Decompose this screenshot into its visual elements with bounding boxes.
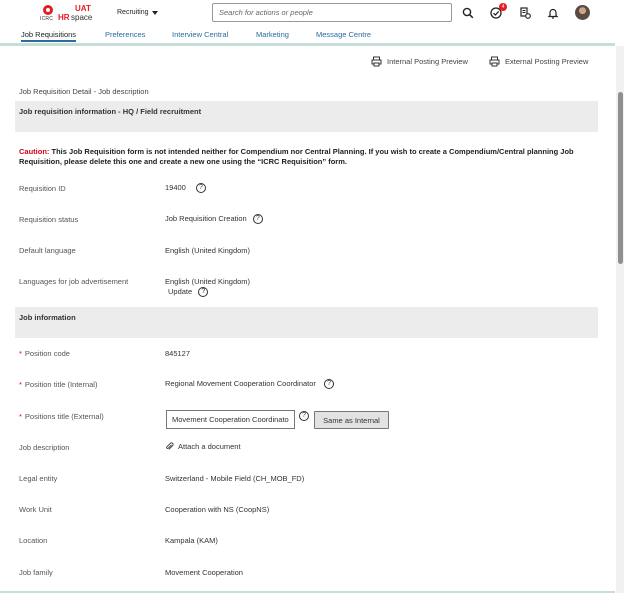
position-code-value: 845127: [165, 349, 191, 358]
required-marker: *: [19, 349, 22, 358]
languages-update-row: Update ?: [168, 287, 209, 298]
position-title-internal-value: Regional Movement Cooperation Coordinato…: [165, 379, 316, 388]
job-family-label: Job family: [19, 568, 53, 577]
position-code-label-text: Position code: [24, 349, 70, 358]
caution-message: Caution: This Job Requisition form is no…: [19, 147, 599, 167]
attach-document-label: Attach a document: [178, 442, 241, 451]
tab-marketing[interactable]: Marketing: [256, 30, 289, 39]
external-posting-preview-link[interactable]: External Posting Preview: [489, 56, 588, 67]
location-label: Location: [19, 536, 48, 545]
external-posting-preview-label: External Posting Preview: [505, 57, 589, 66]
update-link[interactable]: Update: [168, 287, 192, 296]
requisition-status-value: Job Requisition Creation: [165, 214, 247, 223]
required-marker: *: [19, 412, 22, 421]
help-icon[interactable]: ?: [195, 183, 206, 194]
legal-entity-label: Legal entity: [19, 474, 58, 483]
caret-down-icon: [151, 10, 158, 15]
logo-org: ICRC: [40, 16, 54, 22]
bell-icon[interactable]: [546, 6, 560, 20]
position-title-external-label: * Positions title (External): [19, 412, 104, 421]
tab-interview-central[interactable]: Interview Central: [172, 30, 228, 39]
module-switcher[interactable]: Recruiting: [117, 9, 158, 16]
search-box[interactable]: [212, 3, 452, 22]
position-title-internal-row: Regional Movement Cooperation Coordinato…: [165, 379, 335, 390]
help-icon[interactable]: ?: [299, 411, 309, 421]
work-unit-label: Work Unit: [19, 505, 52, 514]
legal-entity-value: Switzerland - Mobile Field (CH_MOB_FD): [165, 474, 305, 483]
caution-text: This Job Requisition form is not intende…: [19, 147, 574, 166]
requisition-status-label: Requisition status: [19, 215, 79, 224]
hrspace-logo[interactable]: ICRC HR space UAT: [39, 4, 95, 24]
icrc-emblem-icon: [43, 5, 53, 15]
notification-badge: 4: [499, 3, 507, 11]
top-bar: ICRC HR space UAT Recruiting 4: [0, 0, 624, 28]
printer-preview-icon: [371, 56, 382, 67]
help-icon[interactable]: ?: [324, 379, 335, 390]
languages-ad-value: English (United Kingdom): [165, 277, 251, 286]
location-value: Kampala (KAM): [165, 536, 218, 545]
internal-posting-preview-label: Internal Posting Preview: [387, 57, 468, 66]
section-job-info: Job information: [15, 307, 598, 338]
environment-label: UAT: [75, 4, 91, 13]
printer-preview-icon: [489, 56, 500, 67]
work-unit-value: Cooperation with NS (CoopNS): [165, 505, 270, 514]
internal-posting-preview-link[interactable]: Internal Posting Preview: [371, 56, 468, 67]
same-as-internal-button[interactable]: Same as Internal: [314, 411, 389, 429]
search-input[interactable]: [213, 4, 451, 21]
attach-document-link[interactable]: Attach a document: [165, 442, 241, 451]
tab-message-centre[interactable]: Message Centre: [316, 30, 371, 39]
position-title-external-label-text: Positions title (External): [24, 412, 104, 421]
checkmark-circle-icon[interactable]: 4: [489, 3, 507, 20]
default-language-label: Default language: [19, 246, 76, 255]
languages-ad-label: Languages for job advertisement: [19, 277, 129, 286]
position-title-external-input[interactable]: [166, 410, 295, 429]
position-title-internal-label-text: Position title (Internal): [24, 380, 98, 389]
section-title: Job requisition information - HQ / Field…: [19, 107, 202, 116]
position-code-label: * Position code: [19, 349, 70, 358]
search-icon[interactable]: [461, 6, 475, 20]
required-marker: *: [19, 380, 22, 389]
caution-word: Caution:: [19, 147, 50, 156]
requisition-status-row: Job Requisition Creation ?: [165, 214, 263, 225]
paperclip-icon: [166, 442, 174, 450]
requisition-id-value: 19400: [165, 183, 186, 192]
breadcrumb: Job Requisition Detail - Job description: [19, 87, 149, 96]
requisition-id-label: Requisition ID: [19, 184, 66, 193]
job-description-label: Job description: [19, 443, 70, 452]
approvals-icon[interactable]: [518, 6, 532, 20]
user-avatar[interactable]: [575, 5, 590, 20]
tab-preferences[interactable]: Preferences: [105, 30, 145, 39]
logo-space: space: [71, 13, 93, 22]
scrollbar-thumb[interactable]: [618, 92, 623, 264]
section-requisition-info: Job requisition information - HQ / Field…: [15, 101, 598, 132]
logo-hr: HR: [58, 13, 70, 22]
requisition-id-row: 19400 ?: [165, 183, 206, 194]
position-title-internal-label: * Position title (Internal): [19, 380, 97, 389]
tab-bar: Job Requisitions Preferences Interview C…: [0, 28, 624, 44]
default-language-value: English (United Kingdom): [165, 246, 251, 255]
tab-job-requisitions[interactable]: Job Requisitions: [21, 30, 77, 42]
module-label: Recruiting: [117, 9, 149, 16]
help-icon[interactable]: ?: [252, 214, 263, 225]
tab-divider: [0, 43, 615, 46]
section-title: Job information: [19, 313, 76, 322]
help-icon[interactable]: ?: [198, 287, 209, 298]
job-family-value: Movement Cooperation: [165, 568, 243, 577]
